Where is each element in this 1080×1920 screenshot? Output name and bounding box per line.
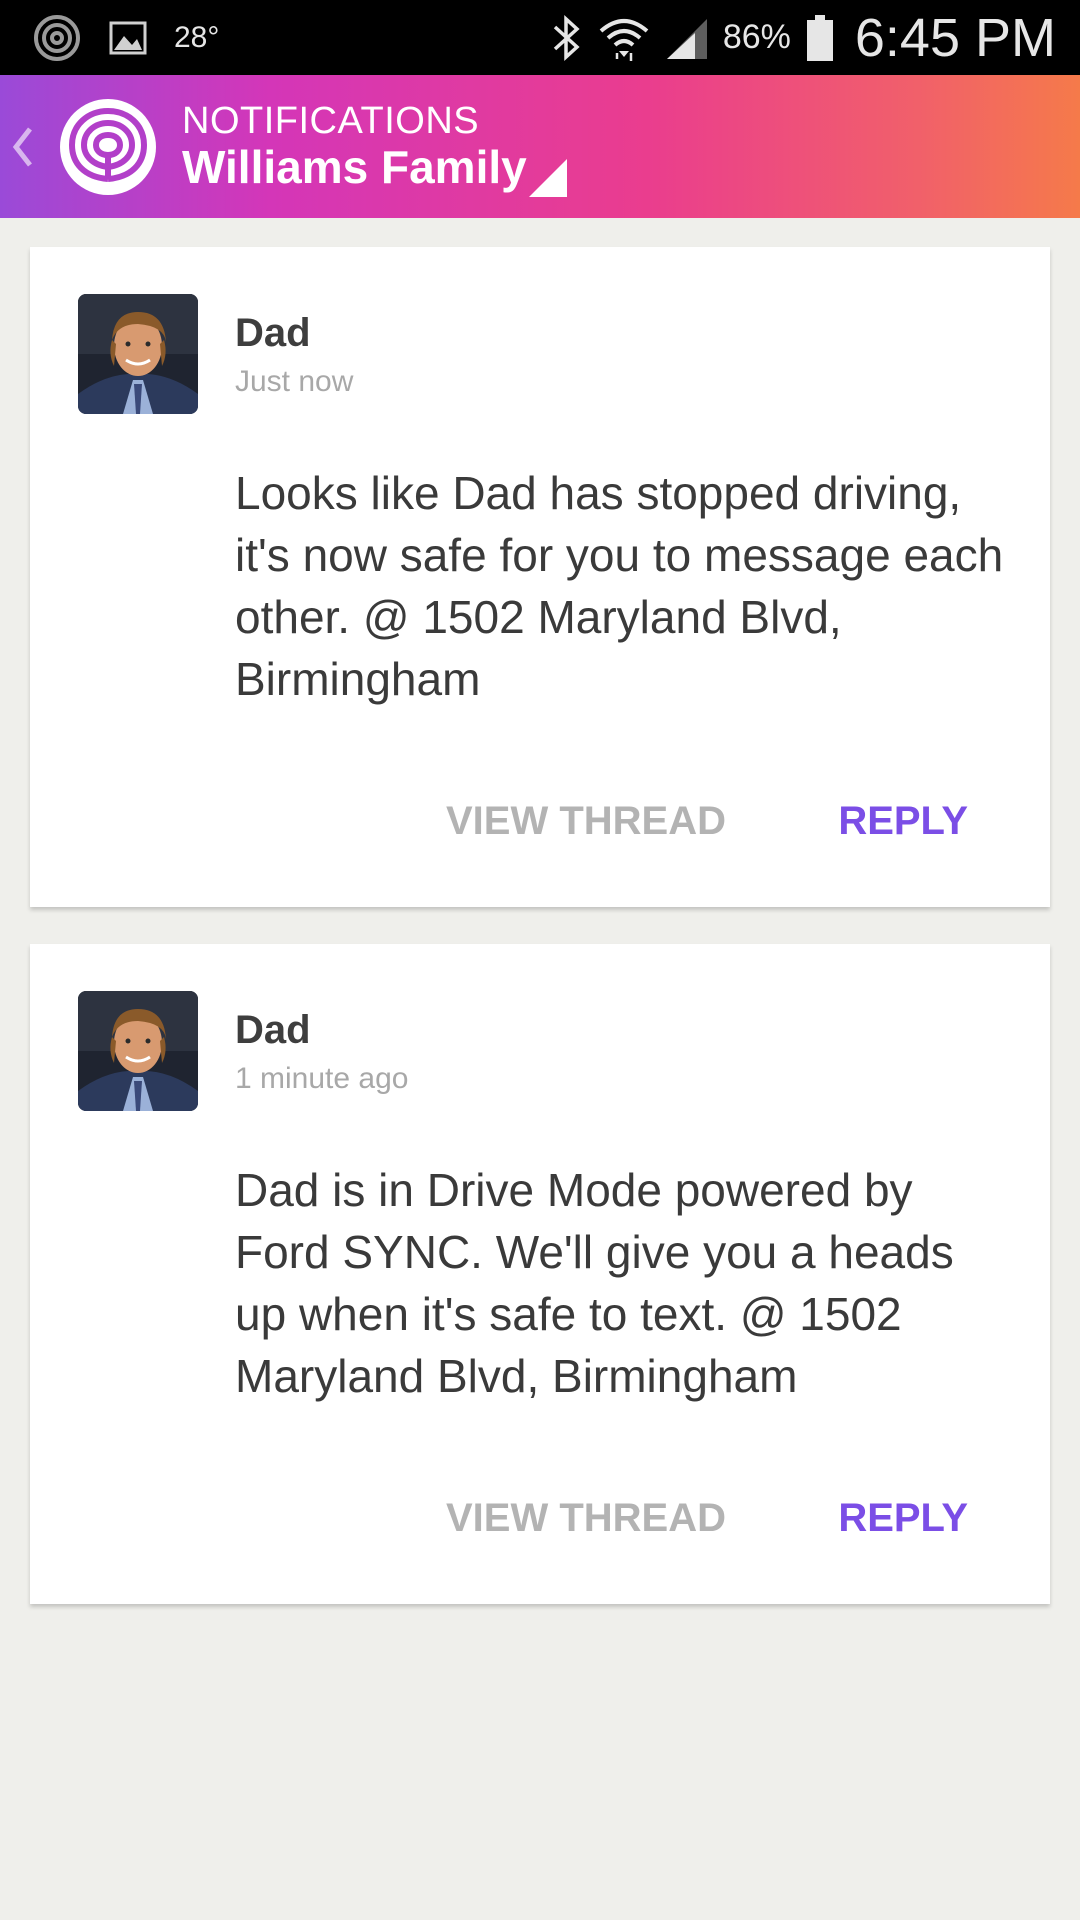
notification-message: Looks like Dad has stopped driving, it's…	[235, 467, 1004, 705]
back-chevron-icon[interactable]	[10, 125, 50, 169]
notification-card: Dad 1 minute ago Dad is in Drive Mode po…	[30, 944, 1050, 1604]
avatar[interactable]	[78, 991, 198, 1111]
status-right: 86% 6:45 PM	[549, 7, 1080, 69]
image-icon	[108, 18, 148, 58]
view-thread-button[interactable]: VIEW THREAD	[446, 1496, 726, 1541]
sender-name: Dad	[235, 1008, 311, 1052]
avatar[interactable]	[78, 294, 198, 414]
circle-selector[interactable]: NOTIFICATIONS Williams Family	[182, 99, 567, 197]
battery-icon	[805, 13, 835, 63]
notification-message: Dad is in Drive Mode powered by Ford SYN…	[235, 1164, 954, 1402]
header-title: Williams Family	[182, 140, 527, 193]
signal-icon	[665, 15, 709, 61]
timestamp: 1 minute ago	[235, 1062, 409, 1095]
battery-percent: 86%	[722, 18, 791, 56]
reply-button[interactable]: REPLY	[838, 799, 968, 844]
clock: 6:45 PM	[854, 7, 1056, 68]
dropdown-triangle-icon	[528, 158, 567, 201]
reply-button[interactable]: REPLY	[838, 1496, 968, 1541]
notification-card: Dad Just now Looks like Dad has stopped …	[30, 247, 1050, 907]
wifi-icon	[597, 13, 651, 63]
timestamp: Just now	[235, 365, 354, 398]
app-header: NOTIFICATIONS Williams Family	[0, 75, 1080, 218]
status-bar: 28° 86% 6:45 PM	[0, 0, 1080, 75]
status-left: 28°	[0, 13, 219, 63]
sender-name: Dad	[235, 311, 311, 355]
life360-logo-icon[interactable]	[60, 98, 156, 195]
header-subtitle: NOTIFICATIONS	[182, 99, 480, 142]
temperature: 28°	[174, 20, 220, 54]
view-thread-button[interactable]: VIEW THREAD	[446, 799, 726, 844]
bluetooth-icon	[549, 13, 583, 63]
life360-icon	[32, 13, 82, 63]
